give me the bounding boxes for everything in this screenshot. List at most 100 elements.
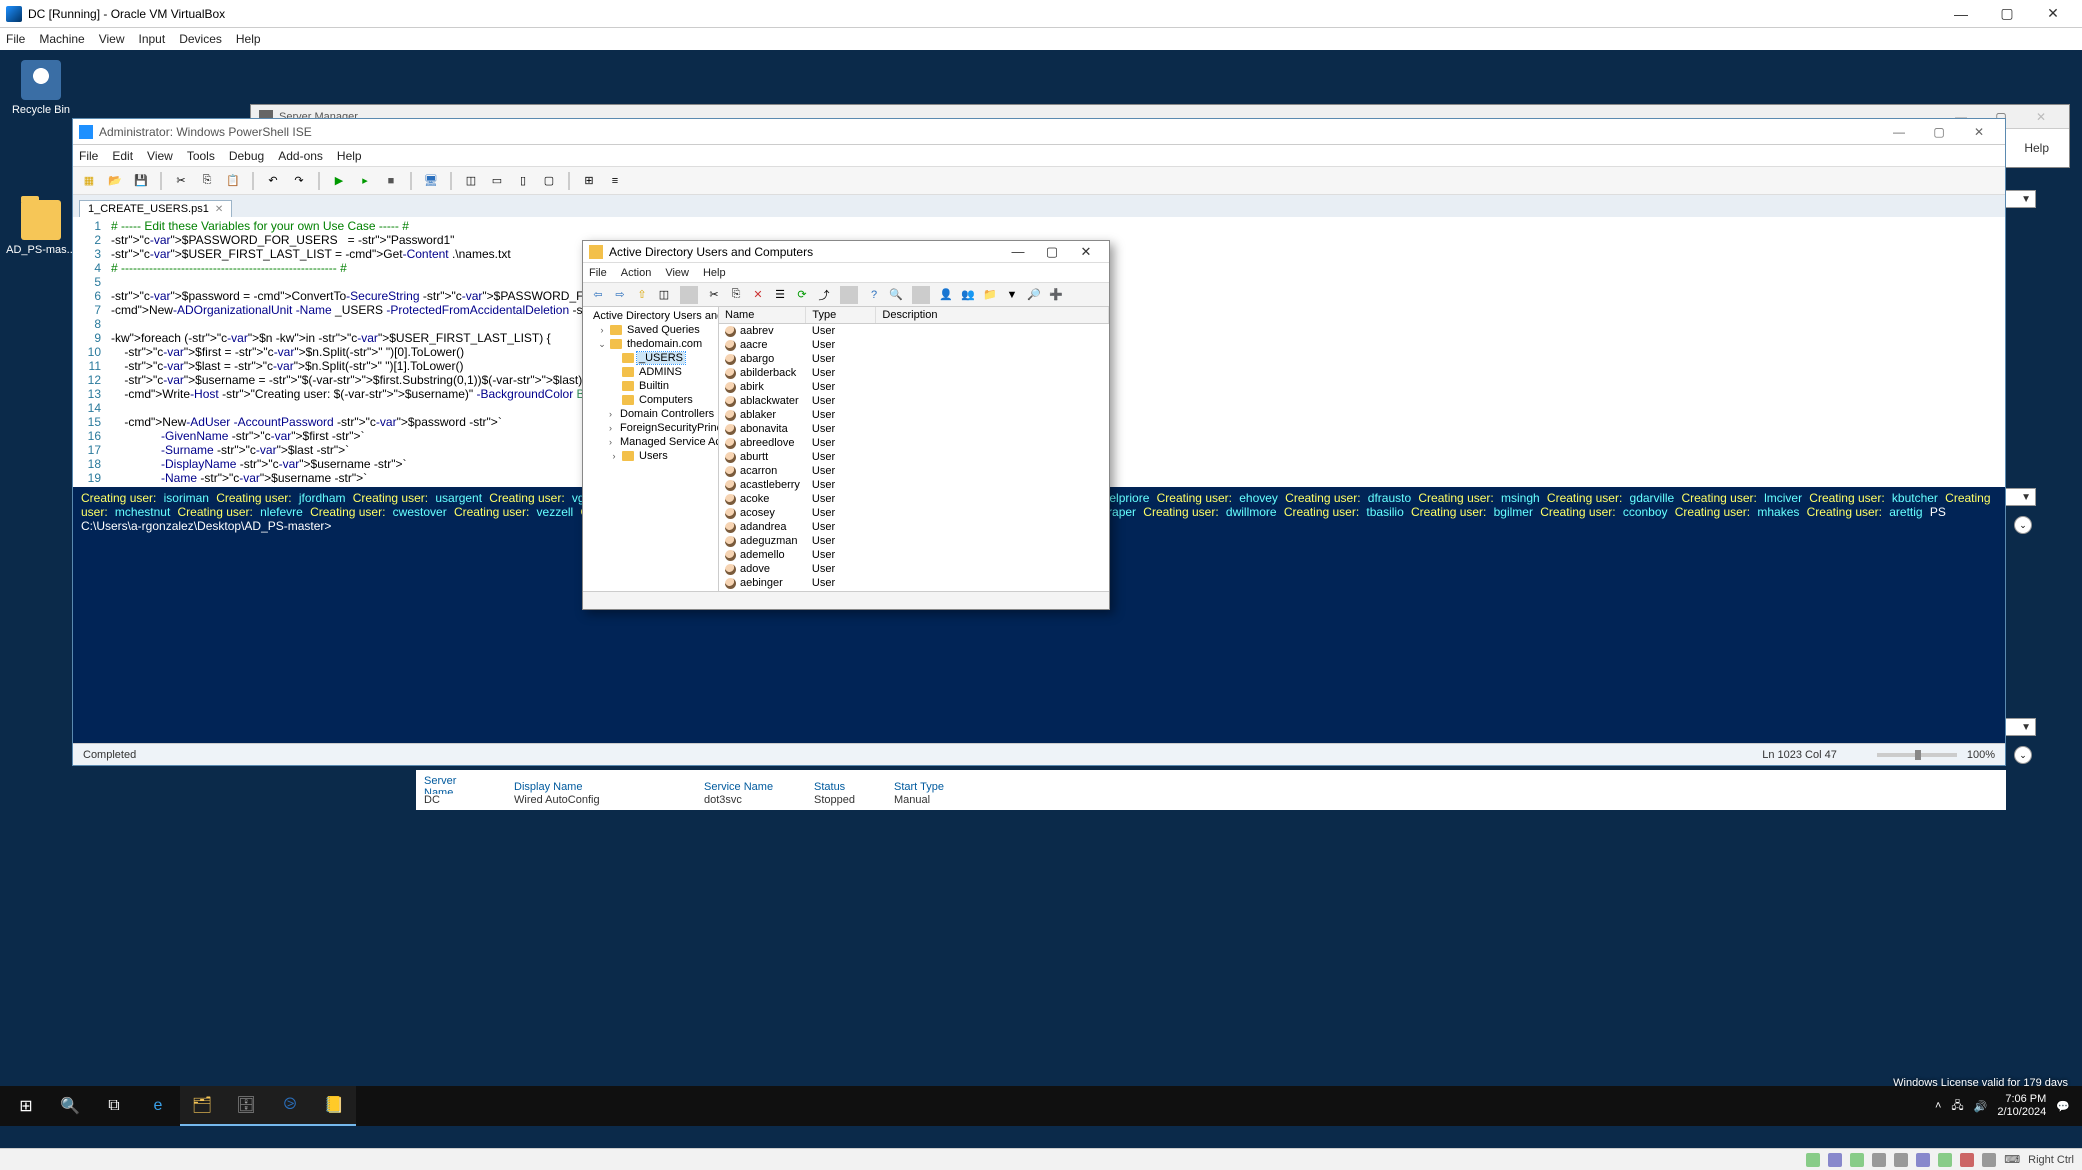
ise-maximize[interactable]: ▢ xyxy=(1919,120,1959,144)
aduc-user-row[interactable]: abargoUser xyxy=(719,352,1109,366)
desktop-folder-adps[interactable]: AD_PS-mas... xyxy=(6,200,76,256)
delete-icon[interactable]: ✕ xyxy=(749,286,767,304)
vbox-audio-icon[interactable] xyxy=(1938,1153,1952,1167)
aduc-user-row[interactable]: aabrevUser xyxy=(719,324,1109,339)
aduc-minimize[interactable]: — xyxy=(1001,242,1035,262)
aduc-user-row[interactable]: afaschingUser xyxy=(719,590,1109,591)
redo-icon[interactable]: ↷ xyxy=(289,171,309,191)
vbox-rec-icon[interactable] xyxy=(1960,1153,1974,1167)
sm-col-start[interactable]: Start Type xyxy=(894,781,954,793)
aduc-col-type[interactable]: Type xyxy=(806,307,876,324)
aduc-col-desc[interactable]: Description xyxy=(876,307,1109,324)
desktop-recycle-bin[interactable]: Recycle Bin xyxy=(6,60,76,116)
tree-users-ou[interactable]: _USERS xyxy=(585,351,716,365)
vbox-menu-file[interactable]: File xyxy=(6,32,25,46)
server-manager-taskbar-icon[interactable]: 🗄 xyxy=(224,1086,268,1126)
aduc-user-row[interactable]: adoveUser xyxy=(719,562,1109,576)
filter-icon[interactable]: ▼ xyxy=(1003,286,1021,304)
tray-network-icon[interactable]: 🖧 xyxy=(1951,1097,1963,1116)
expand-toggle-2[interactable]: ⌄ xyxy=(2014,746,2032,764)
vbox-usb-icon[interactable] xyxy=(1872,1153,1886,1167)
vbox-display-icon[interactable] xyxy=(1916,1153,1930,1167)
aduc-menu-file[interactable]: File xyxy=(589,267,607,279)
ise-menu-tools[interactable]: Tools xyxy=(187,149,215,163)
save-icon[interactable]: 💾 xyxy=(131,171,151,191)
ise-close[interactable]: ✕ xyxy=(1959,120,1999,144)
undo-icon[interactable]: ↶ xyxy=(263,171,283,191)
vbox-menu-machine[interactable]: Machine xyxy=(39,32,84,46)
tree-users[interactable]: ›Users xyxy=(585,449,716,463)
ise-menu-file[interactable]: File xyxy=(79,149,98,163)
aduc-menu-help[interactable]: Help xyxy=(703,267,726,279)
vbox-net-icon[interactable] xyxy=(1850,1153,1864,1167)
expand-toggle-1[interactable]: ⌄ xyxy=(2014,516,2032,534)
aduc-user-row[interactable]: aburttUser xyxy=(719,450,1109,464)
ise-tab-active[interactable]: 1_CREATE_USERS.ps1 ✕ xyxy=(79,200,232,217)
aduc-user-row[interactable]: acastleberryUser xyxy=(719,478,1109,492)
aduc-menu-action[interactable]: Action xyxy=(621,267,652,279)
open-icon[interactable]: 📂 xyxy=(105,171,125,191)
tree-root[interactable]: Active Directory Users and Com xyxy=(585,309,716,323)
explorer-icon[interactable]: 🗂 xyxy=(180,1086,224,1126)
vbox-shared-icon[interactable] xyxy=(1894,1153,1908,1167)
aduc-user-row[interactable]: ablackwaterUser xyxy=(719,394,1109,408)
task-view-icon[interactable]: ⧉ xyxy=(92,1086,136,1126)
aduc-menu-view[interactable]: View xyxy=(665,267,689,279)
find2-icon[interactable]: 🔎 xyxy=(1025,286,1043,304)
layout2-icon[interactable]: ▭ xyxy=(487,171,507,191)
find-icon[interactable]: 🔍 xyxy=(887,286,905,304)
vbox-cpu-icon[interactable] xyxy=(1982,1153,1996,1167)
tree-admins[interactable]: ADMINS xyxy=(585,365,716,379)
ise-menu-edit[interactable]: Edit xyxy=(112,149,133,163)
sm-col-service[interactable]: Service Name xyxy=(704,781,784,793)
vbox-od-icon[interactable] xyxy=(1828,1153,1842,1167)
aduc-user-row[interactable]: abonavitaUser xyxy=(719,422,1109,436)
ise-menu-view[interactable]: View xyxy=(147,149,173,163)
aduc-maximize[interactable]: ▢ xyxy=(1035,242,1069,262)
tray-sound-icon[interactable]: 🔊 xyxy=(1974,1100,1988,1113)
aduc-user-row[interactable]: abreedloveUser xyxy=(719,436,1109,450)
close-tab-icon[interactable]: ✕ xyxy=(215,204,223,215)
new-user-icon[interactable]: 👤 xyxy=(937,286,955,304)
aduc-taskbar-icon[interactable]: 📒 xyxy=(312,1086,356,1126)
tree-dcs[interactable]: ›Domain Controllers xyxy=(585,407,716,421)
new-ou-icon[interactable]: 📁 xyxy=(981,286,999,304)
system-tray[interactable]: ˄ 🖧 🔊 7:06 PM 2/10/2024 💬 xyxy=(1935,1093,2078,1119)
stop-icon[interactable]: ■ xyxy=(381,171,401,191)
commands-icon[interactable]: ⊞ xyxy=(579,171,599,191)
layout4-icon[interactable]: ▢ xyxy=(539,171,559,191)
properties-icon[interactable]: ☰ xyxy=(771,286,789,304)
notifications-icon[interactable]: 💬 xyxy=(2056,1100,2070,1113)
ise-menu-debug[interactable]: Debug xyxy=(229,149,264,163)
sm-col-status[interactable]: Status xyxy=(814,781,864,793)
ie-icon[interactable]: e xyxy=(136,1086,180,1126)
tree-msa[interactable]: ›Managed Service Accoun xyxy=(585,435,716,449)
sm-services-row[interactable]: DC Wired AutoConfig dot3svc Stopped Manu… xyxy=(416,794,2006,810)
aduc-user-row[interactable]: abirkUser xyxy=(719,380,1109,394)
refresh-icon[interactable]: ⟳ xyxy=(793,286,811,304)
aduc-user-row[interactable]: aebingerUser xyxy=(719,576,1109,590)
aduc-user-row[interactable]: ademelloUser xyxy=(719,548,1109,562)
vbox-minimize[interactable]: — xyxy=(1938,0,1984,28)
ise-menu-help[interactable]: Help xyxy=(337,149,362,163)
ise-minimize[interactable]: — xyxy=(1879,120,1919,144)
tree-fsp[interactable]: ›ForeignSecurityPrincipal: xyxy=(585,421,716,435)
vbox-maximize[interactable]: ▢ xyxy=(1984,0,2030,28)
copy-icon[interactable]: ⎘ xyxy=(197,171,217,191)
aduc-user-row[interactable]: acarronUser xyxy=(719,464,1109,478)
export-icon[interactable]: ⤴ xyxy=(815,286,833,304)
sm-help[interactable]: Help xyxy=(2024,141,2049,155)
snippets-icon[interactable]: ≡ xyxy=(605,171,625,191)
vbox-hd-icon[interactable] xyxy=(1806,1153,1820,1167)
aduc-tree[interactable]: Active Directory Users and Com ›Saved Qu… xyxy=(583,307,719,591)
taskbar-clock[interactable]: 7:06 PM 2/10/2024 xyxy=(1997,1093,2046,1119)
layout3-icon[interactable]: ▯ xyxy=(513,171,533,191)
aduc-user-row[interactable]: acokeUser xyxy=(719,492,1109,506)
forward-icon[interactable]: ⇨ xyxy=(611,286,629,304)
new-group-icon[interactable]: 👥 xyxy=(959,286,977,304)
aduc-user-row[interactable]: ablakerUser xyxy=(719,408,1109,422)
show-hide-icon[interactable]: ◫ xyxy=(655,286,673,304)
copy-icon[interactable]: ⎘ xyxy=(727,286,745,304)
zoom-slider[interactable] xyxy=(1877,753,1957,757)
ise-menu-addons[interactable]: Add-ons xyxy=(278,149,323,163)
